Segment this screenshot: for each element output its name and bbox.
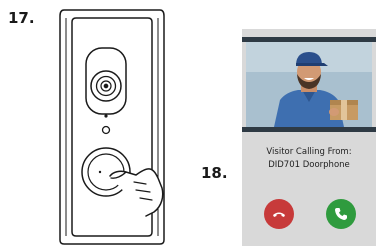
light-sensor — [101, 125, 111, 135]
figure-17-label: 17. — [8, 9, 35, 27]
caller-title: Visitor Calling From: — [266, 147, 352, 157]
visitor-video-feed — [246, 42, 372, 127]
decline-call-button[interactable] — [264, 199, 294, 229]
figure-18-label: 18. — [201, 164, 228, 182]
doorbell-illustration — [59, 9, 165, 245]
monitor-screen: Visitor Calling From: DID701 Doorphone — [242, 29, 376, 246]
phone-icon — [335, 208, 347, 220]
indicator-dot — [104, 114, 108, 118]
hang-up-icon — [273, 212, 285, 217]
caller-name: DID701 Doorphone — [268, 160, 350, 170]
answer-call-button[interactable] — [326, 199, 356, 229]
photo-bottom-bar — [242, 127, 376, 132]
